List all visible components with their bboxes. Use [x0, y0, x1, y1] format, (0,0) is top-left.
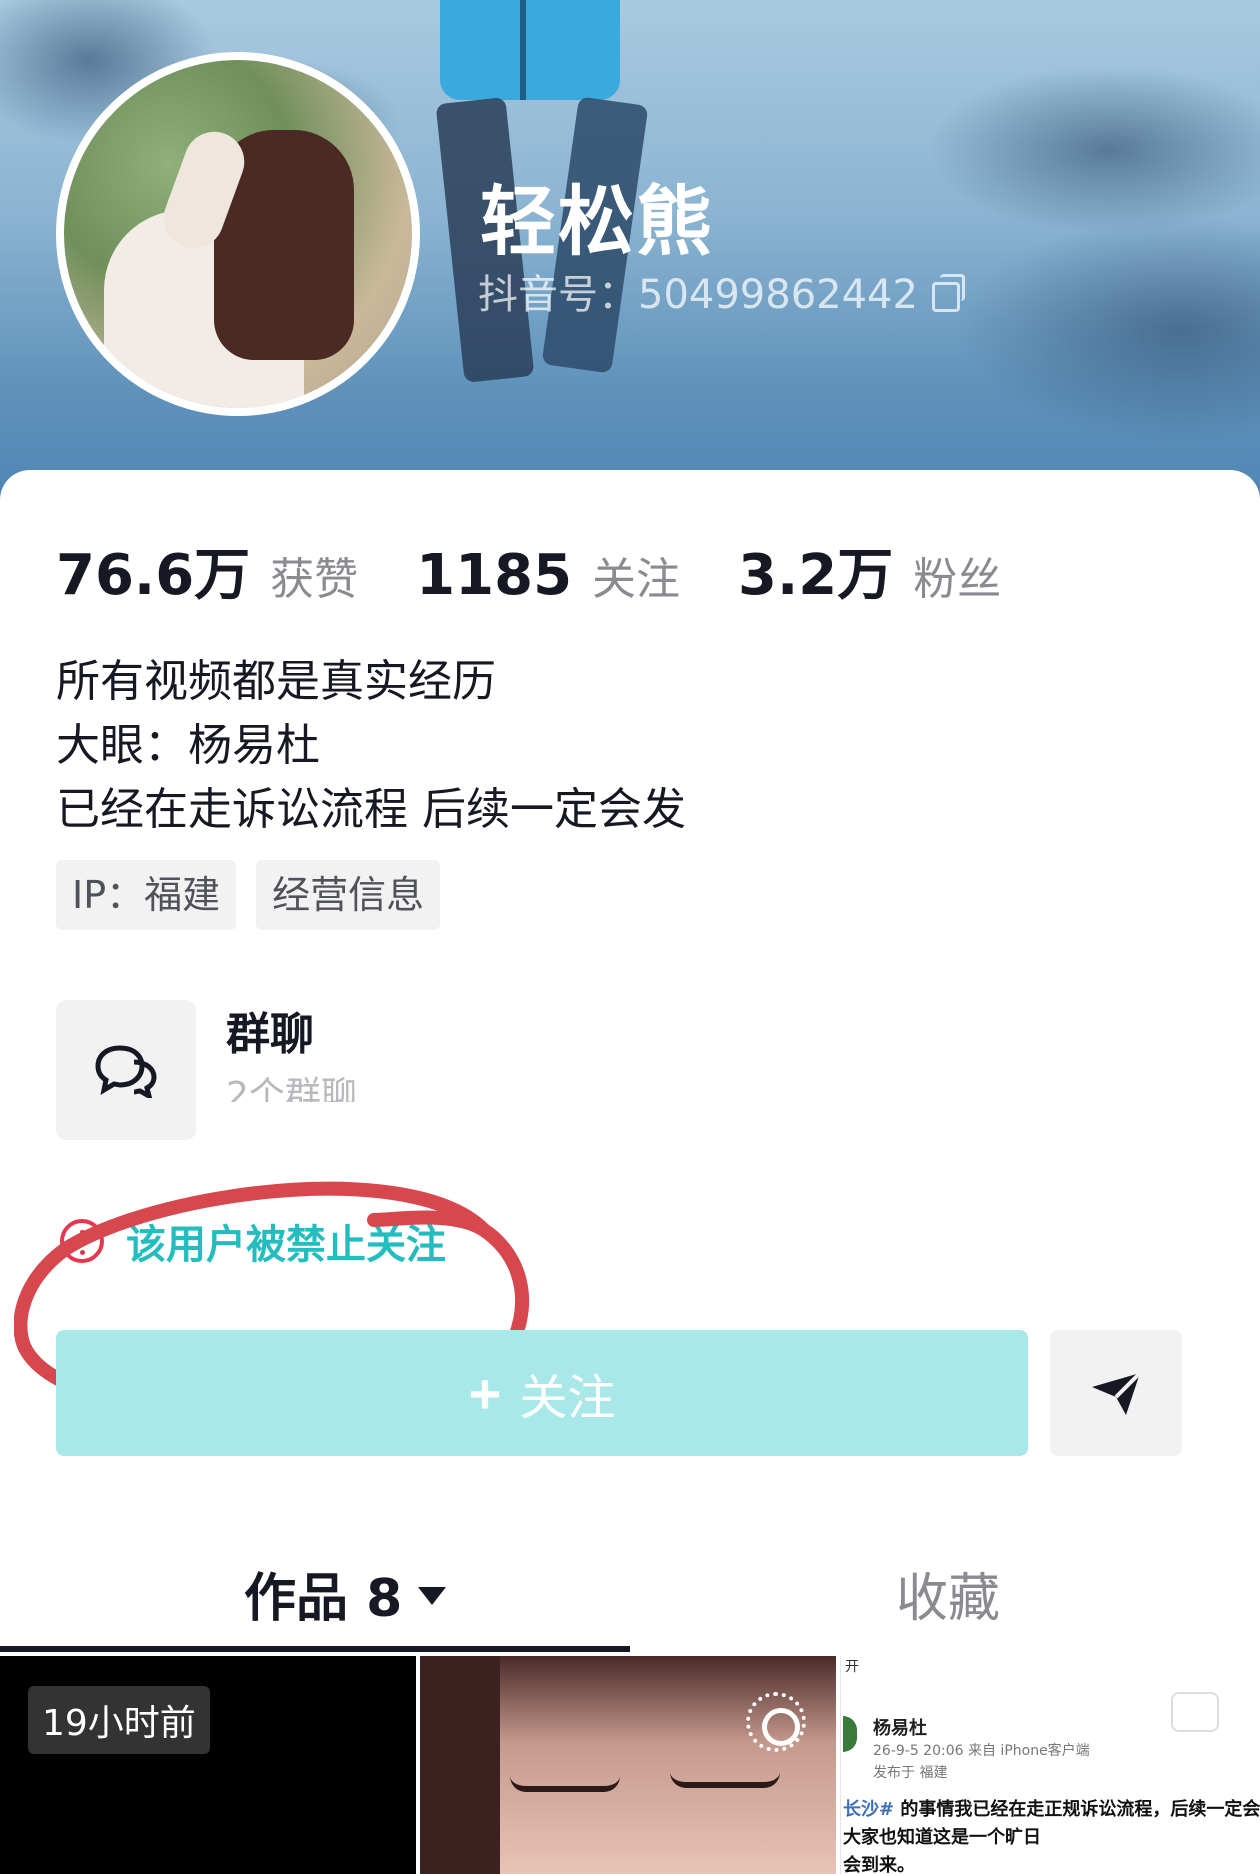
tag-business-info[interactable]: 经营信息 — [256, 860, 441, 930]
stat-followers[interactable]: 3.2万 粉丝 — [738, 530, 1001, 611]
thumbnail-hair — [420, 1656, 500, 1874]
stat-following[interactable]: 1185 关注 — [416, 543, 680, 608]
avatar[interactable] — [56, 52, 420, 416]
follow-banned-notice: 该用户被禁止关注 — [60, 1212, 446, 1270]
video-thumbnail[interactable] — [420, 1656, 836, 1874]
message-button[interactable] — [1050, 1330, 1182, 1456]
group-chat-title[interactable]: 群聊 — [226, 998, 314, 1062]
stat-value: 76.6万 — [56, 543, 251, 608]
bio: 所有视频都是真实经历 大眼：杨易杜 已经在走诉讼流程 后续一定会发 — [56, 650, 686, 842]
copy-icon[interactable] — [931, 274, 965, 312]
screenshot-location: 发布于 福建 — [873, 1765, 948, 1781]
stat-label: 获赞 — [270, 554, 359, 605]
profile-card: 76.6万 获赞 1185 关注 3.2万 粉丝 所有视频都是真实经历 大眼：杨… — [0, 470, 1260, 1874]
screenshot-hashtag: 长沙# — [843, 1799, 895, 1820]
screenshot-line: 大家也知道这是一个旷日 — [843, 1827, 1041, 1848]
username: 轻松熊 — [480, 177, 714, 266]
bio-line: 已经在走诉讼流程 后续一定会发 — [56, 784, 686, 835]
tab-works-label: 作品 8 — [244, 1569, 403, 1629]
caret-down-icon[interactable] — [418, 1586, 447, 1605]
alert-circle-icon — [60, 1219, 104, 1263]
tab-favorites[interactable]: 收藏 — [896, 1556, 1000, 1631]
bio-line: 所有视频都是真实经历 — [56, 656, 496, 707]
stat-value: 1185 — [416, 543, 573, 608]
profile-banner: 轻松熊 抖音号：50499862442 — [0, 0, 1260, 520]
bio-line: 大眼：杨易杜 — [56, 720, 320, 771]
post-time-badge: 19小时前 — [28, 1686, 210, 1754]
group-chat-subtitle: 2个群聊 — [226, 1075, 357, 1102]
video-thumbnail[interactable]: 开 杨易杜 26-9-5 20:06 来自 iPhone客户端 发布于 福建 长… — [840, 1656, 1260, 1874]
plus-icon: + — [468, 1361, 502, 1425]
follow-banned-text: 该用户被禁止关注 — [126, 1222, 446, 1268]
thumbnail-eye — [670, 1772, 780, 1788]
stat-value: 3.2万 — [738, 543, 894, 608]
active-tab-indicator — [0, 1646, 630, 1652]
screenshot-body: 长沙# 的事情我已经在走正规诉讼流程，后续一定会 大家也知道这是一个旷日 会到来… — [843, 1796, 1260, 1874]
stat-likes[interactable]: 76.6万 获赞 — [56, 530, 358, 611]
stat-label: 关注 — [592, 554, 681, 605]
chat-bubbles-icon — [95, 1045, 157, 1098]
banner-figure-stripe — [520, 0, 526, 100]
video-thumbnail[interactable]: 19小时前 — [0, 1656, 416, 1874]
follow-button[interactable]: + 关注 — [56, 1330, 1028, 1456]
profile-tags: IP：福建 经营信息 — [56, 860, 441, 930]
screenshot-line: 的事情我已经在走正规诉讼流程，后续一定会 — [894, 1799, 1260, 1820]
group-chat-tile[interactable] — [56, 1000, 196, 1140]
send-icon — [1092, 1371, 1142, 1415]
screenshot-author: 杨易杜 — [873, 1718, 927, 1739]
screenshot-checkbox-icon — [1171, 1692, 1219, 1732]
screenshot-line: 会到来。 — [843, 1855, 915, 1874]
content-tabs: 作品 8 收藏 — [0, 1530, 1260, 1650]
stats-row: 76.6万 获赞 1185 关注 3.2万 粉丝 — [56, 530, 1059, 611]
thumbnail-eye — [510, 1776, 620, 1792]
video-grid: 19小时前 开 杨易杜 26-9-5 20:06 来自 iPhone客户端 发布… — [0, 1656, 1260, 1874]
screenshot-meta: 26-9-5 20:06 来自 iPhone客户端 — [873, 1743, 1090, 1759]
screenshot-avatar — [843, 1716, 857, 1752]
banner-figure — [440, 0, 620, 100]
tag-ip: IP：福建 — [56, 860, 237, 930]
screenshot-header: 开 — [845, 1659, 859, 1675]
live-photo-icon — [746, 1692, 806, 1752]
douyin-id[interactable]: 抖音号：50499862442 — [478, 262, 965, 320]
stat-label: 粉丝 — [913, 554, 1002, 605]
follow-button-label: 关注 — [519, 1372, 616, 1425]
douyin-id-text: 抖音号：50499862442 — [478, 272, 918, 318]
tab-works[interactable]: 作品 8 — [244, 1556, 447, 1631]
